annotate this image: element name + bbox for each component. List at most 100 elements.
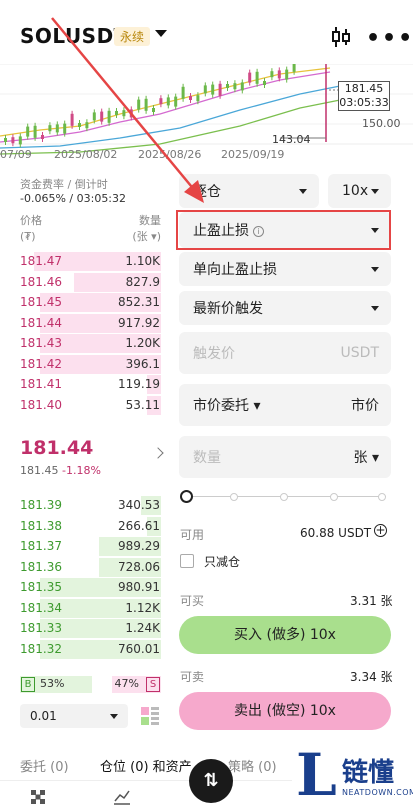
tab-strategy[interactable]: 策略 (0) [228, 756, 277, 775]
tab-positions[interactable]: 仓位 (0) 和资产 [100, 756, 192, 775]
trigger-price-input[interactable]: 触发价 USDT [179, 332, 391, 374]
ask-qty: 119.19 [118, 377, 160, 391]
quantity-unit-value: 张 [353, 450, 368, 466]
candle-body [270, 71, 274, 78]
ask-qty: 396.1 [125, 356, 160, 371]
sell-short-button[interactable]: 卖出 (做空) 10x [179, 692, 391, 730]
bid-qty: 980.91 [118, 580, 160, 594]
ask-row[interactable]: 181.40 53.11 [20, 395, 161, 415]
ask-price: 181.40 [20, 397, 62, 412]
orderbook-price-header: 价格 (₮) [20, 213, 42, 245]
exec-price-field[interactable]: 市价委托 ▾ 市价 [179, 384, 391, 426]
quantity-unit-select[interactable]: 张 ▾ [354, 447, 379, 467]
ask-row[interactable]: 181.41 119.19 [20, 375, 161, 394]
ask-qty: 917.92 [118, 315, 160, 330]
buy-sell-ratio: B 53% 47% S [20, 676, 161, 693]
bid-price: 181.38 [20, 518, 62, 533]
annotation-highlight-box [176, 210, 391, 250]
contract-type-badge: 永续 [114, 27, 151, 46]
tpsl-mode-select[interactable]: 单向止盈止损 [179, 252, 391, 286]
orderbook-qty-header[interactable]: 数量 (张 ▾) [132, 213, 161, 245]
candle-body [255, 71, 259, 84]
quantity-input[interactable]: 数量 张 ▾ [179, 436, 391, 478]
chart-date-1: 07/09 [0, 148, 32, 161]
pair-title[interactable]: SOLUSDT [20, 24, 128, 48]
quantity-placeholder: 数量 [193, 450, 221, 466]
ask-qty: 53.11 [125, 397, 160, 412]
candle-body [26, 126, 30, 137]
chart-date-2: 2025/08/02 [54, 148, 118, 161]
precision-select[interactable]: 0.01 [20, 704, 128, 728]
candle-body [100, 111, 104, 122]
ask-row[interactable]: 181.46 827.9 [20, 272, 161, 292]
last-price: 181.44 [20, 437, 94, 459]
tab-orders[interactable]: 委托 (0) [20, 756, 69, 775]
available-label: 可用 [180, 528, 205, 542]
margin-mode-value: 逐仓 [193, 184, 221, 200]
chart-icon[interactable] [113, 789, 131, 805]
candle-body [292, 64, 296, 72]
candle-body [4, 138, 7, 142]
candle-body [203, 85, 207, 94]
candlestick-icon[interactable] [330, 26, 352, 48]
ask-row[interactable]: 181.45 852.31 [20, 293, 161, 312]
ask-row[interactable]: 181.42 396.1 [20, 354, 161, 374]
grid-icon[interactable] [30, 789, 46, 805]
can-buy-value: 3.31 张 [350, 594, 393, 608]
leverage-select[interactable]: 10x [328, 174, 391, 208]
price-change: -1.18% [62, 464, 101, 477]
funding-rate-label: 资金费率 / 倒计时 [20, 178, 108, 191]
bid-row[interactable]: 181.38 266.61 [20, 516, 161, 536]
bid-qty: 1.12K [125, 600, 160, 615]
price-header-label: 价格 [20, 214, 42, 227]
bid-row[interactable]: 181.36 728.06 [20, 557, 161, 577]
add-funds-icon[interactable]: + [374, 524, 387, 537]
swap-direction-icon[interactable]: ⇅ [189, 759, 233, 803]
exec-price-value: 市价 [351, 398, 379, 414]
pair-dropdown-icon[interactable] [155, 30, 167, 37]
trigger-price-placeholder: 触发价 [193, 346, 235, 362]
ask-row[interactable]: 181.47 1.10K [20, 252, 161, 271]
chevron-right-icon[interactable] [152, 447, 164, 459]
margin-mode-select[interactable]: 逐仓 [179, 174, 319, 208]
bid-row[interactable]: 181.35 980.91 [20, 578, 161, 597]
bid-qty: 989.29 [118, 539, 160, 553]
orderbook-layout-icon[interactable] [140, 705, 160, 727]
qty-unit-selector[interactable]: (张 ▾) [132, 229, 161, 245]
bid-price: 181.36 [20, 559, 62, 574]
bid-row[interactable]: 181.39 340.53 [20, 496, 161, 515]
chevron-down-icon [371, 189, 379, 194]
candle-body [55, 124, 59, 133]
trigger-price-unit: USDT [340, 345, 379, 361]
bid-row[interactable]: 181.32 760.01 [20, 639, 161, 659]
exec-type-select[interactable]: 市价委托 ▾ [193, 395, 260, 415]
candle-body [70, 113, 74, 126]
candle-body [107, 110, 111, 123]
bid-row[interactable]: 181.34 1.12K [20, 598, 161, 618]
ask-row[interactable]: 181.44 917.92 [20, 313, 161, 333]
bid-row[interactable]: 181.33 1.24K [20, 619, 161, 638]
quantity-slider[interactable] [180, 490, 388, 504]
more-icon[interactable]: ••• [366, 26, 413, 51]
ask-qty: 1.10K [125, 254, 160, 268]
watermark-letter: L [296, 741, 337, 809]
candle-body [211, 84, 215, 95]
price-chart[interactable]: 07/09 2025/08/02 2025/08/26 2025/09/19 [0, 64, 413, 164]
buy-long-button[interactable]: 买入 (做多) 10x [179, 616, 391, 654]
ask-price: 181.43 [20, 336, 62, 350]
ask-row[interactable]: 181.43 1.20K [20, 334, 161, 353]
trigger-type-select[interactable]: 最新价触发 [179, 291, 391, 325]
bid-price: 181.33 [20, 621, 62, 635]
bid-row[interactable]: 181.37 989.29 [20, 537, 161, 556]
slider-step[interactable] [280, 493, 288, 501]
bid-qty: 340.53 [118, 498, 160, 512]
slider-step[interactable] [330, 493, 338, 501]
slider-step[interactable] [230, 493, 238, 501]
reduce-only-checkbox[interactable] [180, 554, 194, 568]
slider-step[interactable] [378, 493, 386, 501]
ask-price: 181.45 [20, 295, 62, 309]
chart-date-3: 2025/08/26 [138, 148, 202, 161]
price-tag-countdown: 03:05:33 [339, 96, 389, 109]
candle-body [33, 125, 37, 138]
slider-knob[interactable] [180, 490, 193, 503]
